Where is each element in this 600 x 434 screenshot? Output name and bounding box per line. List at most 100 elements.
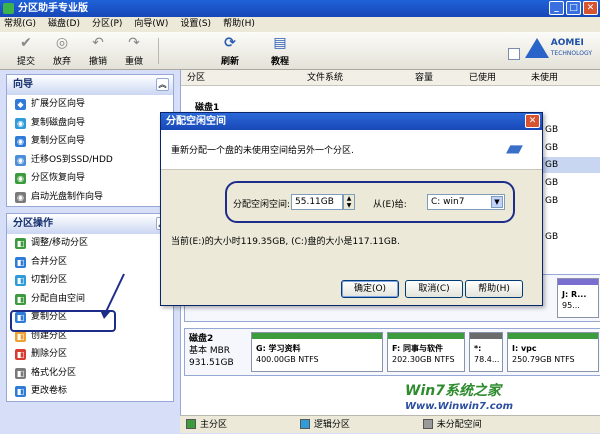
legend-bar: 主分区 逻辑分区 未分配空间 — [180, 415, 600, 433]
cell-value: GB — [545, 143, 559, 153]
close-button[interactable]: ✕ — [583, 1, 598, 15]
op-merge[interactable]: ◧ 合并分区 — [7, 253, 173, 272]
menu-bar: 常规(G) 磁盘(D) 分区(P) 向导(W) 设置(S) 帮助(H) — [0, 17, 600, 32]
partition-unallocated[interactable]: *: 78.4... — [469, 332, 503, 372]
disk2-info: 磁盘2 基本 MBR 931.51GB — [189, 334, 234, 368]
wizard-boot-cd[interactable]: ◉ 启动光盘制作向导 — [7, 188, 173, 207]
logical-swatch — [299, 418, 310, 429]
tutorial-icon: ▤ — [273, 35, 287, 51]
submit-button[interactable]: ✔ 提交 — [8, 34, 44, 67]
menu-partition[interactable]: 分区(P) — [92, 17, 122, 32]
refresh-icon: ⟳ — [224, 35, 236, 51]
undo-icon: ↶ — [92, 35, 104, 51]
col-unused[interactable]: 未使用 — [531, 70, 558, 86]
legend-logical: 逻辑分区 — [313, 420, 350, 430]
alloc-input[interactable]: 55.11GB — [291, 194, 343, 210]
from-select[interactable]: C: win7 ▼ — [427, 194, 505, 210]
watermark: Win7系统之家 Www.Winwin7.com — [405, 383, 514, 412]
redo-icon: ↷ — [128, 35, 140, 51]
legend-primary: 主分区 — [200, 420, 228, 430]
cell-value: GB — [545, 160, 559, 170]
col-used[interactable]: 已使用 — [469, 70, 496, 86]
refresh-button[interactable]: ⟳ 刷新 — [212, 34, 248, 67]
copy-partition-icon: ◉ — [15, 136, 26, 147]
dialog-header: 重新分配一个盘的未使用空间给另外一个分区. ▰ — [161, 130, 542, 170]
col-partition[interactable]: 分区 — [187, 70, 205, 86]
primary-swatch — [186, 418, 196, 429]
aomei-logo: AOMEI TECHNOLOGY — [524, 38, 592, 59]
partition-j[interactable]: J: R... 95... — [557, 278, 599, 318]
discard-button[interactable]: ◎ 放弃 — [44, 34, 80, 67]
option-checkbox[interactable] — [508, 48, 520, 60]
wizard-recover-partition[interactable]: ◉ 分区恢复向导 — [7, 169, 173, 188]
left-sidebar: 向导 ︽ ◆ 扩展分区向导 ◉ 复制磁盘向导 ◉ 复制分区向导 ◉ 迁移OS到SSD/HD… — [6, 74, 174, 419]
op-change-label[interactable]: ◧ 更改卷标 — [7, 382, 173, 401]
maximize-button[interactable]: □ — [566, 1, 581, 15]
wizard-panel: 向导 ︽ ◆ 扩展分区向导 ◉ 复制磁盘向导 ◉ 复制分区向导 ◉ 迁移OS到SSD/HD… — [6, 74, 174, 207]
boot-cd-icon: ◉ — [15, 191, 26, 203]
undo-button[interactable]: ↶ 撤销 — [80, 34, 116, 67]
extend-icon: ◆ — [15, 99, 26, 110]
cell-value: GB — [545, 178, 559, 188]
allocate-icon: ◧ — [15, 293, 26, 305]
tutorial-button[interactable]: ▤ 教程 — [262, 34, 298, 67]
wizard-panel-header[interactable]: 向导 ︽ — [7, 75, 173, 95]
merge-icon: ◧ — [15, 256, 26, 268]
discard-icon: ◎ — [55, 35, 69, 51]
checkmark-icon: ✔ — [20, 35, 32, 51]
unallocated-swatch — [422, 418, 433, 429]
delete-icon: ◧ — [15, 349, 26, 360]
format-icon: ◧ — [15, 367, 26, 379]
ok-button[interactable]: 确定(O) — [341, 280, 399, 298]
alloc-spinner[interactable]: ▲ ▼ — [343, 194, 355, 210]
allocate-dialog: 分配空闲空间 ✕ 重新分配一个盘的未使用空间给另外一个分区. ▰ 分配空闲空间: … — [160, 112, 543, 306]
op-delete-partition[interactable]: ◧ 删除分区 — [7, 345, 173, 364]
wizard-extend-partition[interactable]: ◆ 扩展分区向导 — [7, 95, 173, 114]
wizard-migrate-os[interactable]: ◉ 迁移OS到SSD/HDD — [7, 151, 173, 170]
menu-settings[interactable]: 设置(S) — [180, 17, 211, 32]
wizard-copy-disk[interactable]: ◉ 复制磁盘向导 — [7, 114, 173, 133]
dialog-close-button[interactable]: ✕ — [525, 114, 540, 128]
collapse-icon[interactable]: ︽ — [156, 78, 169, 91]
menu-general[interactable]: 常规(G) — [4, 17, 36, 32]
partition-i[interactable]: I: vpc 250.79GB NTFS — [507, 332, 599, 372]
cancel-button[interactable]: 取消(C) — [405, 280, 463, 298]
migrate-icon: ◉ — [15, 154, 26, 166]
window-title: 分区助手专业版 — [18, 3, 88, 14]
wizard-copy-partition[interactable]: ◉ 复制分区向导 — [7, 132, 173, 151]
copy-disk-icon: ◉ — [15, 117, 26, 129]
disk-icon: ▰ — [506, 136, 523, 161]
title-bar: 分区助手专业版 _ □ ✕ — [0, 0, 600, 17]
op-format-partition[interactable]: ◧ 格式化分区 — [7, 364, 173, 383]
create-icon: ◧ — [15, 330, 26, 342]
help-button[interactable]: 帮助(H) — [465, 280, 523, 298]
col-capacity[interactable]: 容量 — [415, 70, 433, 86]
partition-g[interactable]: G: 学习资料 400.00GB NTFS — [251, 332, 383, 372]
menu-help[interactable]: 帮助(H) — [223, 17, 255, 32]
split-icon: ◧ — [15, 275, 26, 286]
partition-f[interactable]: F: 同事与软件 202.30GB NTFS — [387, 332, 465, 372]
resize-icon: ◧ — [15, 238, 26, 249]
toolbar: ✔ 提交 ◎ 放弃 ↶ 撤销 ↷ 重做 ⟳ 刷新 ▤ 教程 AOMEI TECHNOLOGY — [0, 32, 600, 70]
cell-value: GB — [545, 196, 559, 206]
cell-value: GB — [545, 125, 559, 135]
legend-unallocated: 未分配空间 — [436, 420, 482, 430]
ops-panel-header[interactable]: 分区操作︽ — [7, 214, 173, 234]
dialog-description: 重新分配一个盘的未使用空间给另外一个分区. — [171, 146, 354, 156]
from-label: 从(E)给: — [373, 200, 407, 210]
annotation-arrow-icon — [100, 273, 125, 319]
chevron-down-icon[interactable]: ▼ — [491, 196, 503, 208]
minimize-button[interactable]: _ — [549, 1, 564, 15]
dialog-title-bar: 分配空闲空间 ✕ — [161, 113, 542, 130]
size-info: 当前(E:)的大小时119.35GB, (C:)盘的大小是117.11GB. — [171, 237, 400, 247]
menu-disk[interactable]: 磁盘(D) — [48, 17, 80, 32]
col-filesystem[interactable]: 文件系统 — [307, 70, 343, 86]
cell-value: GB — [545, 232, 559, 242]
column-header: 分区 文件系统 容量 已使用 未使用 — [181, 70, 600, 86]
alloc-label: 分配空闲空间: — [233, 200, 291, 210]
label-icon: ◧ — [15, 386, 26, 397]
menu-wizard[interactable]: 向导(W) — [134, 17, 168, 32]
op-resize-move[interactable]: ◧ 调整/移动分区 — [7, 234, 173, 253]
disk2-map: 磁盘2 基本 MBR 931.51GB G: 学习资料 400.00GB NTFS… — [184, 328, 600, 376]
redo-button[interactable]: ↷ 重做 — [116, 34, 152, 67]
